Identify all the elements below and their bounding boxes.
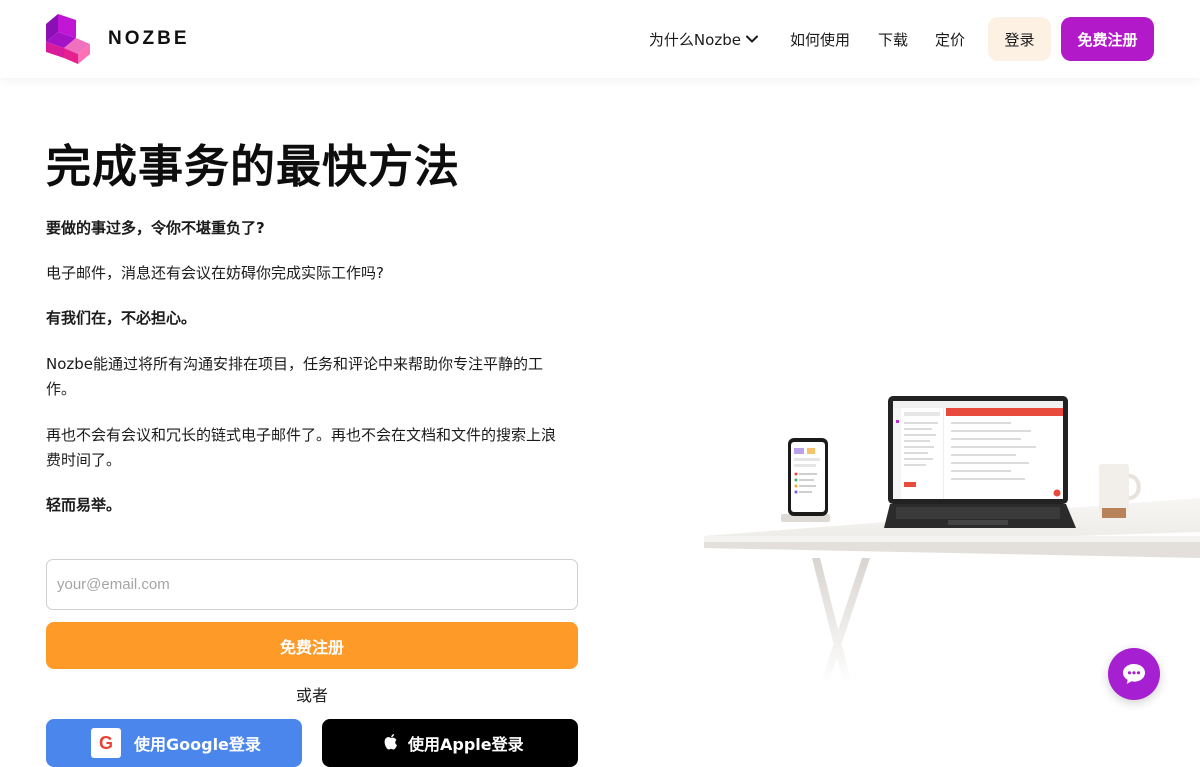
phone-illustration <box>781 438 830 522</box>
nozbe-logo[interactable]: NOZBE <box>46 14 190 64</box>
nav-pricing[interactable]: 定价 <box>935 29 965 50</box>
apple-login-button[interactable]: 使用Apple登录 <box>322 719 578 767</box>
brand-name: NOZBE <box>108 28 190 49</box>
google-g-icon: G <box>91 728 121 758</box>
table-legs <box>812 558 870 685</box>
hero-title: 完成事务的最快方法 <box>46 140 461 193</box>
product-illustration <box>704 396 1200 685</box>
login-button[interactable]: 登录 <box>988 17 1051 61</box>
chat-bubble-icon <box>1123 664 1145 684</box>
apple-login-label: 使用Apple登录 <box>408 735 524 754</box>
chat-support-button[interactable] <box>1108 648 1160 700</box>
nozbe-cube-logo-icon <box>46 14 90 64</box>
hero-paragraph-5: 再也不会有会议和冗长的链式电子邮件了。再也不会在文档和文件的搜索上浪费时间了。 <box>46 426 557 469</box>
email-input[interactable] <box>46 559 578 610</box>
top-navigation: NOZBE 为什么Nozbe 如何使用 下载 定价 登录 免费注册 <box>0 0 1200 78</box>
nav-download[interactable]: 下载 <box>878 29 908 50</box>
signup-submit-button[interactable]: 免费注册 <box>46 622 578 669</box>
apple-icon <box>384 734 397 750</box>
main-nav: 为什么Nozbe 如何使用 下载 定价 登录 免费注册 <box>649 17 1154 61</box>
nav-why-label: 为什么Nozbe <box>648 30 741 49</box>
hero-paragraph-4: Nozbe能通过将所有沟通安排在项目，任务和评论中来帮助你专注平静的工作。 <box>46 355 544 398</box>
nav-why-nozbe[interactable]: 为什么Nozbe <box>649 29 758 50</box>
hero-paragraph-6: 轻而易举。 <box>46 496 122 514</box>
hero-paragraph-1: 要做的事过多，令你不堪重负了? <box>46 219 265 237</box>
hero-paragraph-3: 有我们在，不必担心。 <box>46 309 197 327</box>
google-login-button[interactable]: G 使用Google登录 <box>46 719 302 767</box>
chevron-down-icon <box>745 35 758 43</box>
or-separator: 或者 <box>295 686 328 705</box>
nav-how-to-use[interactable]: 如何使用 <box>790 29 850 50</box>
signup-button-header[interactable]: 免费注册 <box>1061 17 1154 61</box>
laptop-illustration <box>884 396 1076 528</box>
google-login-label: 使用Google登录 <box>134 735 261 754</box>
hero-paragraph-2: 电子邮件，消息还有会议在妨碍你完成实际工作吗? <box>46 264 384 282</box>
